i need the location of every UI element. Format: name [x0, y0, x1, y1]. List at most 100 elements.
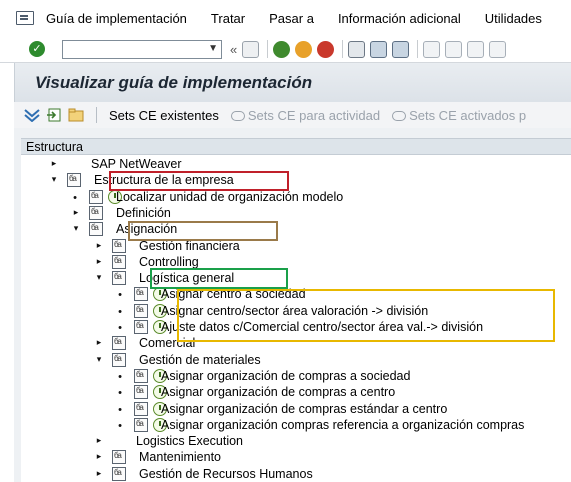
tree-node[interactable]: ▾ Asignación — [21, 221, 571, 238]
cancel-icon[interactable] — [317, 40, 335, 58]
tree-node-label[interactable]: Comercial — [139, 335, 195, 351]
menu-guia[interactable]: Guía de implementación — [46, 11, 187, 26]
menu-pasar-a[interactable]: Pasar a — [269, 11, 314, 26]
tree-node-label[interactable]: Mantenimiento — [139, 449, 221, 465]
expand-node-icon[interactable]: ▸ — [94, 435, 104, 446]
documentation-icon[interactable] — [112, 271, 126, 286]
collapse-node-icon[interactable]: ▾ — [49, 174, 59, 185]
tree-node[interactable]: • Asignar organización de compras a socie… — [21, 368, 571, 385]
tree-node-label[interactable]: Controlling — [139, 254, 199, 270]
documentation-icon[interactable] — [134, 287, 148, 302]
tree-node[interactable]: ▸ Logistics Execution — [21, 433, 571, 450]
tree-node[interactable]: ▸ Controlling — [21, 254, 571, 271]
collapse-node-icon[interactable]: ▾ — [71, 223, 81, 234]
tree-node[interactable]: ▾ Estructura de la empresa — [21, 172, 571, 189]
tree-node-label[interactable]: Gestión de Recursos Humanos — [139, 466, 313, 482]
documentation-icon[interactable] — [134, 368, 148, 383]
tree-node[interactable]: • Asignar centro a sociedad — [21, 286, 571, 303]
tree-node-label[interactable]: Logistics Execution — [136, 433, 243, 449]
tree-node-label[interactable]: Asignar organización de compras a centro — [161, 384, 395, 400]
previous-page-icon[interactable] — [445, 40, 463, 58]
expand-node-icon[interactable]: ▸ — [94, 468, 104, 479]
expand-node-icon[interactable]: ▸ — [71, 207, 81, 218]
documentation-icon[interactable] — [134, 303, 148, 318]
tree-node[interactable]: • Asignar organización compras referencia… — [21, 417, 571, 434]
sets-ce-activados-button[interactable]: Sets CE activados p — [392, 108, 526, 123]
tree-node-label[interactable]: Localizar unidad de organización modelo — [116, 189, 343, 205]
tree-node-label[interactable]: SAP NetWeaver — [91, 156, 182, 172]
tree-node[interactable]: • Ajuste datos c/Comercial centro/sector … — [21, 319, 571, 336]
command-input[interactable] — [63, 40, 203, 58]
tree-node[interactable]: ▸ Mantenimiento — [21, 449, 571, 466]
documentation-icon[interactable] — [112, 336, 126, 351]
collapse-node-icon[interactable]: ▾ — [94, 272, 104, 283]
tree-node-label[interactable]: Asignar organización de compras estándar… — [161, 401, 447, 417]
menu-icon[interactable] — [16, 11, 34, 25]
documentation-icon[interactable] — [89, 205, 103, 220]
folder-icon[interactable] — [68, 108, 84, 122]
next-page-icon[interactable] — [467, 40, 485, 58]
menu-tratar[interactable]: Tratar — [211, 11, 245, 26]
collapse-all-icon[interactable] — [46, 108, 62, 122]
documentation-icon[interactable] — [134, 417, 148, 432]
tree-node-label[interactable]: Gestión financiera — [139, 238, 240, 254]
back-icon[interactable] — [273, 40, 291, 58]
documentation-icon[interactable] — [134, 320, 148, 334]
tree-node[interactable]: • Asignar organización de compras a centr… — [21, 384, 571, 401]
tree-node-label[interactable]: Definición — [116, 205, 171, 221]
tree-node[interactable]: ▾ Logística general — [21, 270, 571, 287]
expand-node-icon[interactable]: ▸ — [49, 158, 59, 169]
exit-icon[interactable] — [295, 40, 313, 58]
tree-node-label[interactable]: Asignar centro/sector área valoración ->… — [161, 303, 428, 319]
tree-node-label[interactable]: Estructura de la empresa — [94, 172, 234, 188]
expand-node-icon[interactable]: ▸ — [94, 337, 104, 348]
expand-all-icon[interactable] — [24, 108, 40, 122]
documentation-icon[interactable] — [134, 401, 148, 416]
documentation-icon[interactable] — [67, 173, 81, 188]
menu-informacion[interactable]: Información adicional — [338, 11, 461, 26]
tree-node[interactable]: • Localizar unidad de organización modelo — [21, 189, 571, 206]
chevron-down-icon[interactable]: ▼ — [208, 43, 218, 54]
tree-node-label[interactable]: Logística general — [139, 270, 234, 286]
tree-node-label[interactable]: Asignar organización de compras a socied… — [161, 368, 410, 384]
tree-node[interactable]: • Asignar organización de compras estánda… — [21, 401, 571, 418]
documentation-icon[interactable] — [112, 466, 126, 481]
find-icon[interactable] — [370, 40, 388, 58]
print-icon[interactable] — [348, 40, 366, 58]
tree-node[interactable]: ▸ SAP NetWeaver — [21, 156, 571, 173]
tree-node[interactable]: ▸ Definición — [21, 205, 571, 222]
documentation-icon[interactable] — [89, 222, 103, 237]
expand-node-icon[interactable]: ▸ — [94, 451, 104, 462]
save-icon[interactable] — [242, 40, 260, 58]
tree-node[interactable]: • Asignar centro/sector área valoración -… — [21, 303, 571, 320]
tree-node[interactable]: ▸ Comercial — [21, 335, 571, 352]
sets-ce-para-actividad-button[interactable]: Sets CE para actividad — [230, 108, 380, 123]
find-next-icon[interactable] — [392, 40, 410, 58]
bullet-icon: • — [118, 403, 122, 416]
documentation-icon[interactable] — [89, 189, 103, 204]
bullet-icon: • — [118, 305, 122, 318]
documentation-icon[interactable] — [112, 450, 126, 465]
tree-node[interactable]: ▾ Gestión de materiales — [21, 352, 571, 369]
tree-node[interactable]: ▸ Gestión de Recursos Humanos — [21, 466, 571, 482]
documentation-icon[interactable] — [112, 254, 126, 269]
tree-node[interactable]: ▸ Gestión financiera — [21, 238, 571, 255]
sets-ce-existentes-button[interactable]: Sets CE existentes — [109, 108, 219, 123]
documentation-icon[interactable] — [134, 385, 148, 400]
expand-node-icon[interactable]: ▸ — [94, 240, 104, 251]
tree-node-label[interactable]: Gestión de materiales — [139, 352, 261, 368]
tree-node-label[interactable]: Ajuste datos c/Comercial centro/sector á… — [161, 319, 483, 335]
documentation-icon[interactable] — [112, 352, 126, 367]
tree-node-label[interactable]: Asignar centro a sociedad — [161, 286, 306, 302]
tree-node-label[interactable]: Asignar organización compras referencia … — [161, 417, 524, 433]
collapse-icon[interactable]: « — [230, 42, 237, 57]
tree-node-label[interactable]: Asignación — [116, 221, 177, 237]
documentation-icon[interactable] — [112, 238, 126, 253]
enter-check-icon[interactable]: ✓ — [29, 41, 45, 57]
menu-utilidades[interactable]: Utilidades — [485, 11, 542, 26]
last-page-icon[interactable] — [489, 40, 507, 58]
expand-node-icon[interactable]: ▸ — [94, 256, 104, 267]
collapse-node-icon[interactable]: ▾ — [94, 354, 104, 365]
command-field[interactable]: ▼ — [62, 39, 222, 59]
first-page-icon[interactable] — [423, 40, 441, 58]
